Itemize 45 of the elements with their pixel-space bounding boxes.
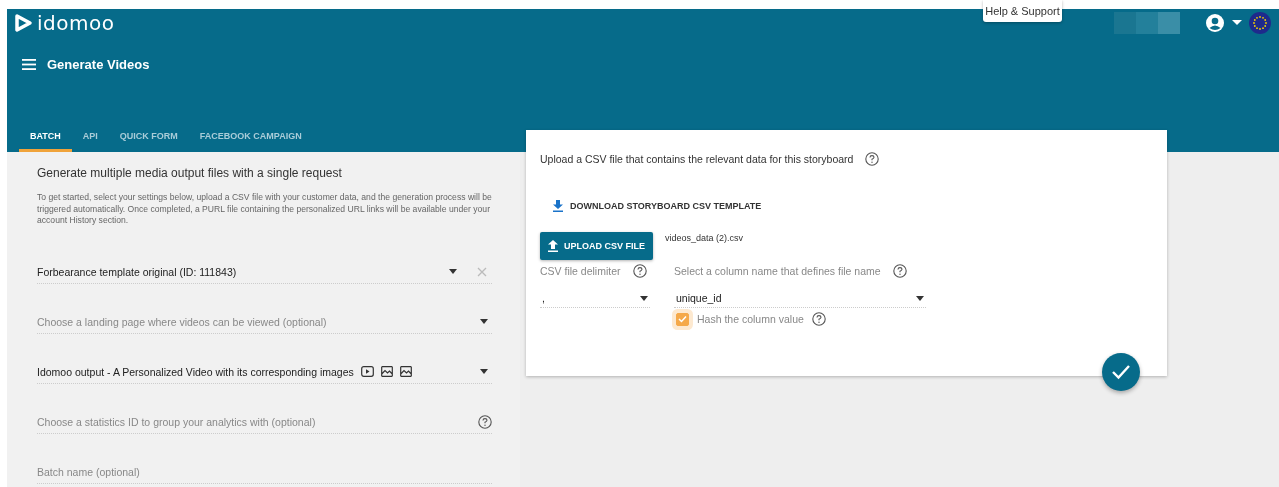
account-icon[interactable] [1205, 13, 1225, 33]
image-icon [380, 366, 393, 377]
play-logo-icon [13, 13, 33, 33]
video-icon [360, 366, 374, 377]
card-title: Upload a CSV file that contains the relevant data for this storyboard [540, 153, 854, 165]
file-name: videos_data (2).csv [665, 233, 744, 243]
input-field[interactable]: Batch name (optional) [37, 460, 492, 484]
intro-text: To get started, select your settings below, upload a CSV file with your customer data, and the generation process will be triggered automatically. Once completed, a PURL file containing the personalized URL links will be available under your account History section. [37, 192, 492, 227]
image-icon [399, 366, 412, 377]
page-title: Generate Videos [47, 57, 150, 72]
help-icon[interactable] [478, 414, 492, 429]
help-icon[interactable] [865, 152, 880, 166]
tab[interactable]: API [71, 131, 109, 152]
select-field[interactable]: Idomoo output - A Personalized Video with its corresponding images [37, 360, 492, 384]
dropdown-caret-icon[interactable] [449, 269, 457, 274]
dropdown-caret-icon[interactable] [480, 369, 488, 374]
delimiter-select[interactable]: , [540, 289, 650, 308]
caret-icon[interactable] [1232, 20, 1242, 26]
field-label: CSV file delimiter [540, 265, 621, 277]
help-icon[interactable] [811, 312, 826, 326]
flag-icon[interactable] [1249, 12, 1271, 34]
input-field[interactable]: Choose a statistics ID to group your analytics with (optional) [37, 410, 492, 434]
panel-heading: Generate multiple media output files with a single request [37, 166, 343, 180]
column-select[interactable]: unique_id [674, 289, 926, 308]
checkbox-label: Hash the column value [697, 313, 804, 325]
upload-icon [548, 240, 558, 252]
dropdown-caret-icon[interactable] [640, 295, 648, 301]
help-icon[interactable] [632, 264, 647, 278]
logo-text: idomoo [37, 11, 115, 35]
tab[interactable]: QUICK FORM [108, 131, 189, 152]
select-field[interactable]: Forbearance template original (ID: 111843) [37, 260, 492, 284]
menu-icon[interactable] [22, 59, 36, 70]
select-field[interactable]: Choose a landing page where videos can be viewed (optional) [37, 310, 492, 334]
confirm-button[interactable] [1102, 353, 1140, 391]
download-icon [553, 200, 563, 212]
field-label: Select a column name that defines file name [674, 265, 881, 277]
help-icon[interactable] [892, 264, 907, 278]
help-tooltip: Help & Support [983, 0, 1062, 22]
download-template-link[interactable]: DOWNLOAD STORYBOARD CSV TEMPLATE [570, 201, 762, 211]
dropdown-caret-icon[interactable] [480, 319, 488, 324]
upload-csv-button[interactable]: UPLOAD CSV FILE [540, 232, 653, 260]
blurred-username [1114, 12, 1180, 34]
check-icon [1111, 364, 1131, 380]
dropdown-caret-icon[interactable] [916, 295, 924, 301]
tab[interactable]: FACEBOOK CAMPAIGN [188, 131, 313, 152]
